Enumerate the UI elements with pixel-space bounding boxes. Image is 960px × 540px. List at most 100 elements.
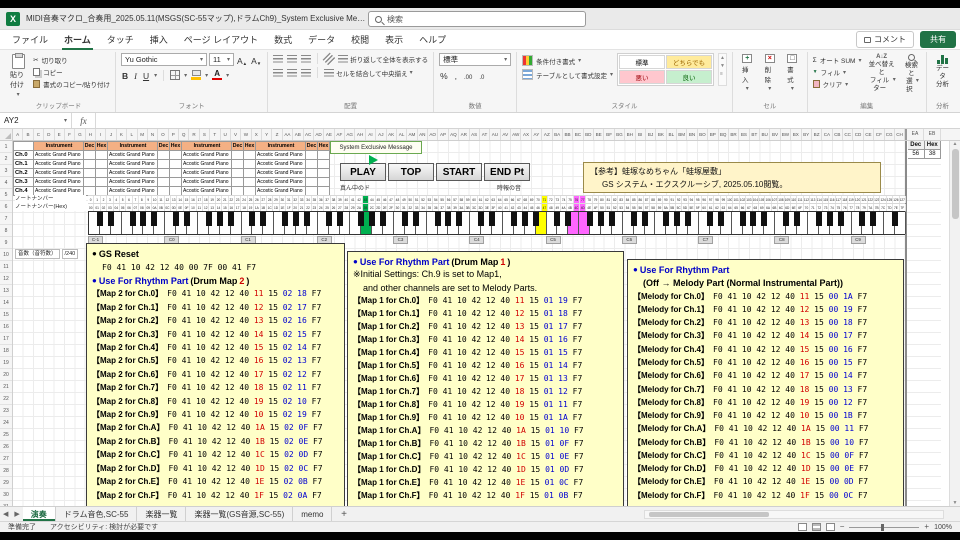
black-key[interactable] (445, 212, 451, 226)
black-key[interactable] (293, 212, 299, 226)
row-header-25[interactable]: 25 (0, 429, 12, 441)
black-key[interactable] (870, 212, 876, 226)
cell-style-2[interactable]: 悪い (619, 70, 665, 84)
hex-cell[interactable] (318, 178, 330, 187)
column-header-G[interactable]: G (75, 129, 85, 140)
column-header-CA[interactable]: CA (822, 129, 832, 140)
dec-hex-value[interactable]: 56 (908, 150, 925, 159)
instrument-name-cell[interactable]: Acostic Grand Piano (108, 169, 158, 178)
column-header-A[interactable]: A (13, 129, 23, 140)
column-header-BB[interactable]: BB (563, 129, 573, 140)
column-header-N[interactable]: N (148, 129, 158, 140)
hex-cell[interactable] (244, 151, 256, 160)
column-header-AK[interactable]: AK (387, 129, 397, 140)
dec-cell[interactable] (306, 151, 318, 160)
column-header-EB[interactable]: EB (924, 129, 941, 140)
hex-cell[interactable] (170, 169, 182, 178)
column-header-AO[interactable]: AO (428, 129, 438, 140)
column-header-BL[interactable]: BL (667, 129, 677, 140)
dec-cell[interactable] (232, 169, 244, 178)
align-center-icon[interactable] (287, 69, 297, 77)
row-header-17[interactable]: 17 (0, 333, 12, 345)
horizontal-scrollbar[interactable] (644, 510, 944, 519)
column-header-U[interactable]: U (221, 129, 231, 140)
black-key[interactable] (674, 212, 680, 226)
row-header-18[interactable]: 18 (0, 345, 12, 357)
bold-button[interactable]: B (121, 69, 129, 81)
gallery-scroll[interactable]: ▲ ▼ ≡ (718, 53, 727, 86)
column-header-CH[interactable]: CH (895, 129, 905, 140)
column-header-I[interactable]: I (96, 129, 106, 140)
column-header-V[interactable]: V (231, 129, 241, 140)
dec-cell[interactable] (306, 160, 318, 169)
conditional-formatting-button[interactable]: 条件付き書式▾ (522, 55, 613, 66)
black-key[interactable] (511, 212, 517, 226)
hex-cell[interactable] (318, 169, 330, 178)
black-key[interactable] (783, 212, 789, 226)
row-header-5[interactable]: 5 (0, 189, 12, 201)
comments-button[interactable]: コメント (856, 31, 914, 48)
ribbon-tab-0[interactable]: ファイル (4, 30, 56, 49)
column-header-BN[interactable]: BN (687, 129, 697, 140)
column-header-H[interactable]: H (86, 129, 96, 140)
column-header-AD[interactable]: AD (314, 129, 324, 140)
hex-cell[interactable] (96, 160, 108, 169)
row-header-15[interactable]: 15 (0, 309, 12, 321)
borders-button[interactable] (170, 70, 180, 80)
black-key[interactable] (337, 212, 343, 226)
align-left-icon[interactable] (273, 69, 283, 77)
black-key[interactable] (217, 212, 223, 226)
black-key[interactable] (838, 212, 844, 226)
column-header-AJ[interactable]: AJ (376, 129, 386, 140)
black-key[interactable] (631, 212, 637, 226)
format-painter-button[interactable]: 書式のコピー/貼り付け (33, 79, 110, 89)
column-header-CD[interactable]: CD (853, 129, 863, 140)
transport-top-button[interactable]: TOP (388, 163, 434, 181)
row-header-21[interactable]: 21 (0, 381, 12, 393)
add-sheet-button[interactable]: + (337, 508, 350, 521)
black-key[interactable] (740, 212, 746, 226)
black-key[interactable] (707, 212, 713, 226)
sheet-tab-4[interactable]: memo (293, 507, 332, 521)
column-header-AQ[interactable]: AQ (449, 129, 459, 140)
hex-cell[interactable] (244, 169, 256, 178)
cell-style-0[interactable]: 標準 (619, 55, 665, 69)
black-key[interactable] (206, 212, 212, 226)
scroll-up-icon[interactable]: ▲ (953, 141, 958, 147)
hex-cell[interactable] (318, 151, 330, 160)
black-key[interactable] (609, 212, 615, 226)
column-header-M[interactable]: M (138, 129, 148, 140)
sheet-nav-right-icon[interactable]: ▶ (11, 510, 22, 518)
instrument-name-cell[interactable]: Acostic Grand Piano (182, 160, 232, 169)
hex-cell[interactable] (170, 151, 182, 160)
row-header-22[interactable]: 22 (0, 393, 12, 405)
accessibility-status[interactable]: アクセシビリティ: 検討が必要です (50, 522, 158, 532)
increase-decimal-button[interactable]: .00 (463, 69, 473, 81)
column-header-BZ[interactable]: BZ (812, 129, 822, 140)
column-header-AM[interactable]: AM (407, 129, 417, 140)
row-header-14[interactable]: 14 (0, 297, 12, 309)
column-header-AV[interactable]: AV (501, 129, 511, 140)
dec-hex-value[interactable]: 38 (925, 150, 942, 159)
row-header-27[interactable]: 27 (0, 453, 12, 465)
dec-cell[interactable] (232, 160, 244, 169)
black-key[interactable] (326, 212, 332, 226)
ribbon-tab-1[interactable]: ホーム (56, 30, 99, 49)
normal-view-icon[interactable] (798, 523, 807, 531)
column-header-P[interactable]: P (169, 129, 179, 140)
dec-cell[interactable] (158, 160, 170, 169)
column-header-AN[interactable]: AN (418, 129, 428, 140)
cell-style-1[interactable]: どちらでも (666, 55, 712, 69)
column-header-BP[interactable]: BP (708, 129, 718, 140)
align-middle-icon[interactable] (287, 55, 297, 63)
column-header-AZ[interactable]: AZ (542, 129, 552, 140)
row-header-19[interactable]: 19 (0, 357, 12, 369)
black-key[interactable] (859, 212, 865, 226)
black-key[interactable] (489, 212, 495, 226)
black-key[interactable] (522, 212, 528, 226)
wrap-text-button[interactable]: 折り返して全体を表示する (338, 54, 428, 64)
zoom-out-button[interactable]: − (840, 523, 845, 531)
black-key[interactable] (533, 212, 539, 226)
ribbon-tab-4[interactable]: ページ レイアウト (176, 30, 266, 49)
column-header-Q[interactable]: Q (179, 129, 189, 140)
